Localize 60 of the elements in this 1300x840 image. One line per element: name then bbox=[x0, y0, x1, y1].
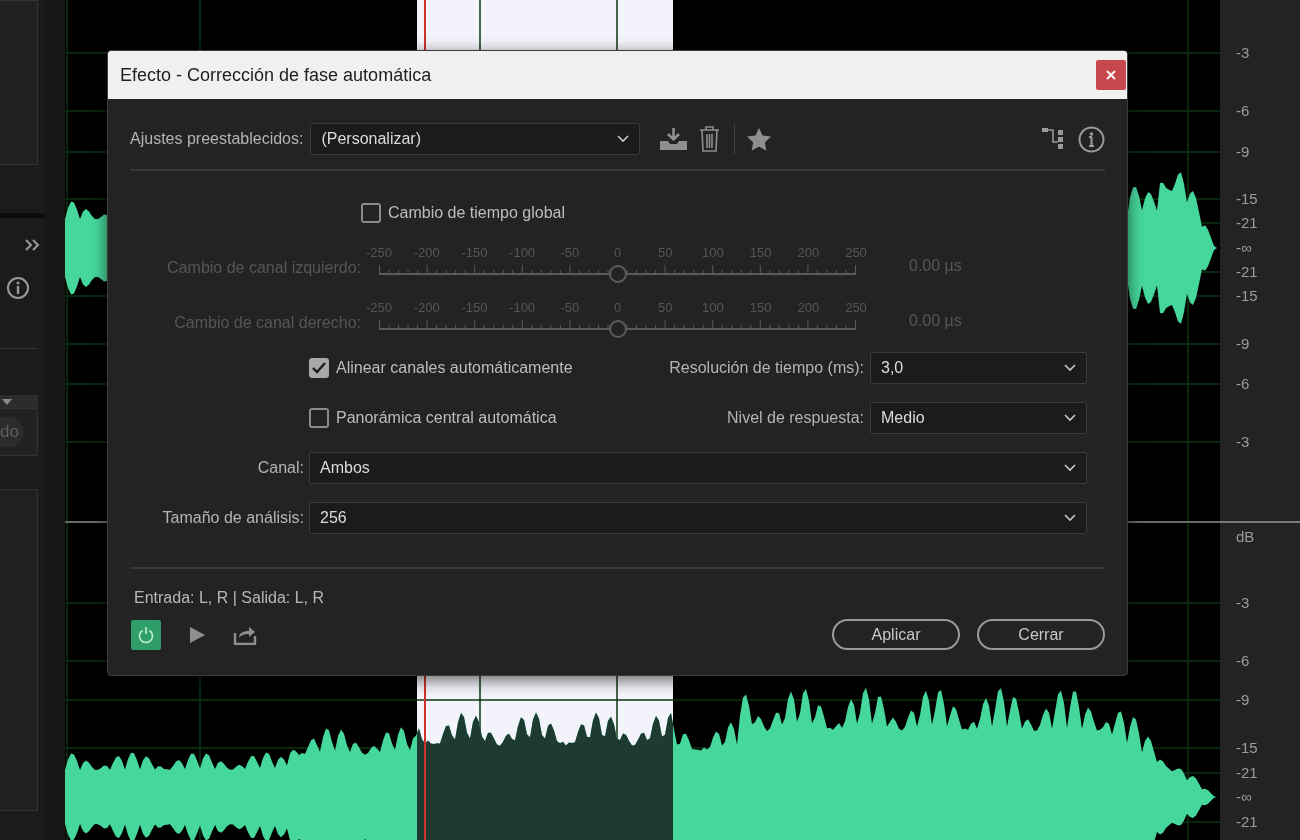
db-scale-label: -21 bbox=[1236, 263, 1258, 281]
dropdown[interactable]: 3,0 bbox=[870, 352, 1087, 384]
close-button[interactable] bbox=[1096, 60, 1126, 90]
chevrons-right-icon[interactable] bbox=[24, 238, 40, 252]
db-scale-label: -3 bbox=[1236, 433, 1250, 451]
presets-label: Ajustes preestablecidos: bbox=[130, 130, 304, 148]
star-icon[interactable] bbox=[747, 127, 772, 151]
slider-track[interactable] bbox=[379, 263, 856, 284]
db-scale-label: -9 bbox=[1236, 335, 1250, 353]
chevron-down-icon bbox=[1064, 414, 1076, 422]
db-scale-label: -∞ bbox=[1236, 239, 1252, 257]
field-label: Resolución de tiempo (ms): bbox=[669, 359, 864, 377]
db-scale-label: -6 bbox=[1236, 102, 1250, 120]
chevron-down-icon bbox=[1064, 514, 1076, 522]
export-icon[interactable] bbox=[233, 624, 257, 645]
checkbox[interactable] bbox=[309, 408, 329, 428]
chevron-down-icon bbox=[1064, 364, 1076, 372]
chevron-down-icon bbox=[1064, 464, 1076, 472]
field-label: Canal: bbox=[256, 459, 304, 477]
db-scale-label: -6 bbox=[1236, 375, 1250, 393]
trash-icon[interactable] bbox=[699, 126, 721, 152]
db-scale-label: -∞ bbox=[1236, 788, 1252, 806]
db-scale-label: -21 bbox=[1236, 813, 1258, 831]
db-scale-label: -9 bbox=[1236, 691, 1250, 709]
dropdown[interactable]: 256 bbox=[309, 502, 1087, 534]
db-unit-label: dB bbox=[1236, 528, 1255, 546]
db-scale-label: -21 bbox=[1236, 214, 1258, 232]
play-icon[interactable] bbox=[189, 626, 205, 643]
dropdown[interactable]: Ambos bbox=[309, 452, 1087, 484]
db-scale-label: -6 bbox=[1236, 652, 1250, 670]
db-scale-label: -9 bbox=[1236, 143, 1250, 161]
checkbox[interactable] bbox=[361, 203, 381, 223]
db-scale-label: -3 bbox=[1236, 594, 1250, 612]
presets-dropdown[interactable]: (Personalizar) bbox=[310, 123, 641, 155]
db-scale-label: -21 bbox=[1236, 764, 1258, 782]
checkbox[interactable] bbox=[309, 358, 329, 378]
close-icon bbox=[1106, 70, 1116, 80]
field-label: Tamaño de análisis: bbox=[161, 509, 304, 527]
download-icon[interactable] bbox=[660, 128, 688, 150]
caret-down-icon[interactable] bbox=[2, 398, 12, 405]
routing-icon[interactable] bbox=[1042, 128, 1064, 150]
io-channels-text: Entrada: L, R | Salida: L, R bbox=[133, 588, 326, 608]
checkbox-label[interactable]: Cambio de tiempo global bbox=[388, 204, 565, 222]
checkbox-label[interactable]: Panorámica central automática bbox=[336, 409, 557, 427]
info-icon[interactable] bbox=[1078, 125, 1105, 153]
dialog-title: Efecto - Corrección de fase automática bbox=[120, 64, 433, 86]
db-scale-label: -15 bbox=[1236, 287, 1258, 305]
chevron-down-icon bbox=[617, 135, 630, 143]
slider-track[interactable] bbox=[379, 318, 856, 339]
dialog-button[interactable]: Cerrar bbox=[977, 619, 1105, 650]
dropdown[interactable]: Medio bbox=[870, 402, 1087, 434]
dialog-button[interactable]: Aplicar bbox=[832, 619, 960, 650]
checkbox-label[interactable]: Alinear canales automáticamente bbox=[336, 359, 573, 377]
field-label: Nivel de respuesta: bbox=[727, 409, 864, 427]
power-icon bbox=[137, 625, 155, 644]
info-icon[interactable] bbox=[6, 276, 30, 300]
db-scale-label: -15 bbox=[1236, 190, 1258, 208]
power-button[interactable] bbox=[131, 619, 161, 650]
db-scale-label: -15 bbox=[1236, 739, 1258, 757]
db-scale-label: -3 bbox=[1236, 44, 1250, 62]
